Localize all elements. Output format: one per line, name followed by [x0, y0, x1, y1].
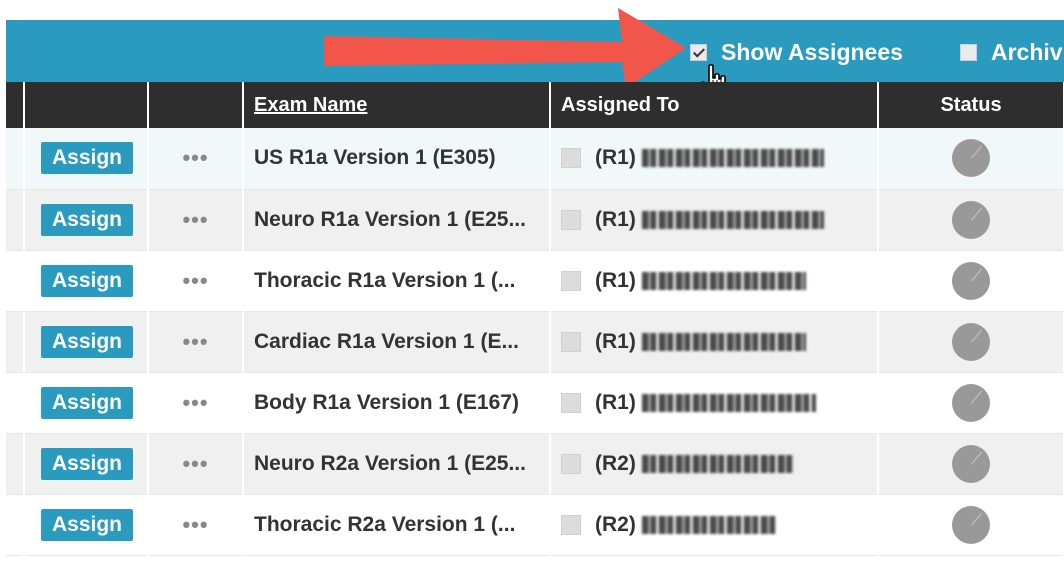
table-row: Assign ••• Thoracic R2a Version 1 (... (… — [6, 494, 1064, 556]
exams-table: Exam Name Assigned To Status Assign ••• … — [6, 82, 1064, 556]
exam-name-cell: Thoracic R2a Version 1 (... — [243, 494, 551, 556]
status-pie-icon — [952, 505, 990, 544]
row-spacer — [6, 250, 25, 312]
redacted-assignee-name — [641, 454, 794, 473]
archived-label[interactable]: Archiv — [991, 39, 1063, 66]
assign-button[interactable]: Assign — [41, 264, 134, 297]
col-more — [148, 82, 244, 128]
assign-button[interactable]: Assign — [41, 325, 134, 358]
show-assignees-label[interactable]: Show Assignees — [721, 39, 903, 66]
assignee-checkbox[interactable] — [561, 514, 581, 535]
redacted-assignee-name — [641, 271, 806, 290]
assign-button[interactable]: Assign — [41, 203, 134, 236]
exam-name-cell: Body R1a Version 1 (E167) — [243, 372, 551, 434]
table-row: Assign ••• Neuro R2a Version 1 (E25... (… — [6, 433, 1064, 495]
col-spacer — [6, 82, 25, 128]
status-pie-icon — [952, 200, 990, 239]
status-pie-icon — [952, 139, 990, 178]
row-spacer — [6, 494, 25, 556]
assignee-level: (R2) — [595, 451, 636, 475]
col-action — [24, 82, 149, 128]
assignee-checkbox[interactable] — [561, 270, 581, 291]
more-options-icon[interactable]: ••• — [159, 207, 232, 233]
table-header: Exam Name Assigned To Status — [6, 82, 1064, 128]
table-row: Assign ••• US R1a Version 1 (E305) (R1) — [6, 128, 1064, 190]
table-row: Assign ••• Neuro R1a Version 1 (E25... (… — [6, 189, 1064, 251]
redacted-assignee-name — [641, 332, 806, 351]
assignee-level: (R1) — [595, 390, 636, 414]
row-spacer — [6, 311, 25, 373]
status-pie-icon — [952, 383, 990, 422]
red-arrow-annotation — [324, 8, 686, 88]
status-pie-icon — [952, 261, 990, 300]
assignee-level: (R1) — [595, 146, 636, 170]
exam-name-cell: Neuro R1a Version 1 (E25... — [243, 189, 551, 251]
assignee-level: (R1) — [595, 207, 636, 231]
archived-checkbox[interactable] — [960, 43, 977, 61]
redacted-assignee-name — [641, 393, 816, 412]
col-exam-name[interactable]: Exam Name — [243, 82, 551, 128]
more-options-icon[interactable]: ••• — [159, 451, 232, 477]
archived-toggle[interactable]: Archiv — [960, 38, 1063, 66]
more-options-icon[interactable]: ••• — [159, 329, 232, 355]
assignee-level: (R1) — [595, 329, 636, 353]
exam-name-cell: Neuro R2a Version 1 (E25... — [243, 433, 551, 495]
row-spacer — [6, 372, 25, 434]
assignee-level: (R2) — [595, 512, 636, 536]
exam-name-cell: Cardiac R1a Version 1 (E... — [243, 311, 551, 373]
row-spacer — [6, 189, 25, 251]
exam-name-cell: US R1a Version 1 (E305) — [243, 128, 551, 190]
assign-button[interactable]: Assign — [41, 447, 134, 480]
table-row: Assign ••• Cardiac R1a Version 1 (E... (… — [6, 311, 1064, 373]
assignee-checkbox[interactable] — [561, 392, 581, 413]
show-assignees-toggle[interactable]: Show Assignees — [690, 38, 903, 66]
col-status[interactable]: Status — [878, 82, 1064, 128]
status-pie-icon — [952, 322, 990, 361]
exam-name-cell: Thoracic R1a Version 1 (... — [243, 250, 551, 312]
assignee-checkbox[interactable] — [561, 209, 581, 230]
col-assigned-to[interactable]: Assigned To — [550, 82, 879, 128]
status-pie-icon — [952, 444, 990, 483]
more-options-icon[interactable]: ••• — [159, 390, 232, 416]
more-options-icon[interactable]: ••• — [159, 145, 232, 171]
assignee-checkbox[interactable] — [561, 453, 581, 474]
assign-button[interactable]: Assign — [41, 386, 134, 419]
row-spacer — [6, 128, 25, 190]
redacted-assignee-name — [641, 149, 824, 168]
row-spacer — [6, 433, 25, 495]
more-options-icon[interactable]: ••• — [159, 268, 232, 294]
assignee-level: (R1) — [595, 268, 636, 292]
table-row: Assign ••• Thoracic R1a Version 1 (... (… — [6, 250, 1064, 312]
redacted-assignee-name — [641, 515, 776, 534]
more-options-icon[interactable]: ••• — [159, 512, 232, 538]
assignee-checkbox[interactable] — [561, 148, 581, 169]
redacted-assignee-name — [641, 210, 824, 229]
assignee-checkbox[interactable] — [561, 331, 581, 352]
assign-button[interactable]: Assign — [41, 142, 134, 175]
assign-button[interactable]: Assign — [41, 508, 134, 541]
table-row: Assign ••• Body R1a Version 1 (E167) (R1… — [6, 372, 1064, 434]
